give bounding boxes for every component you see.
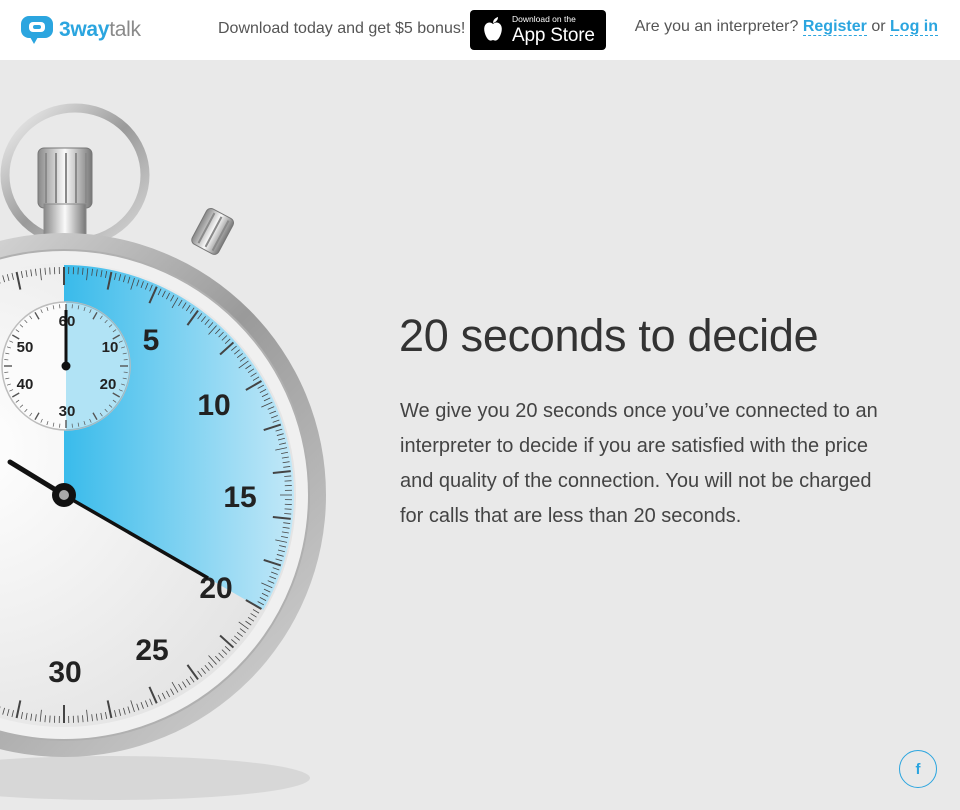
or-text: or [871, 18, 886, 35]
appstore-small-label: Download on the [512, 14, 576, 25]
dial-number-15: 15 [223, 481, 256, 514]
subdial-number-50: 50 [17, 339, 34, 356]
chat-bubble-logo-icon [21, 16, 53, 44]
subdial-number-20: 20 [100, 376, 117, 393]
subdial-number-30: 30 [59, 403, 76, 420]
appstore-big-label: App Store [512, 24, 595, 46]
login-link[interactable]: Log in [890, 18, 938, 36]
facebook-icon: f [915, 760, 921, 778]
facebook-button[interactable]: f [899, 750, 937, 788]
logo-light-text: talk [109, 18, 141, 41]
watch-side-button [191, 207, 235, 255]
dial-number-10: 10 [197, 389, 230, 422]
stopwatch-illustration: 5 10 15 20 25 30 60 10 20 30 40 50 [0, 103, 326, 800]
interpreter-links: Are you an interpreter? Register or Log … [635, 18, 938, 36]
dial-number-25: 25 [135, 634, 168, 667]
dial-number-30: 30 [48, 656, 81, 689]
header: 3waytalk Download today and get $5 bonus… [0, 0, 960, 60]
interpreter-question: Are you an interpreter? [634, 18, 799, 35]
logo-bold-text: 3way [59, 18, 110, 41]
subdial-number-10: 10 [102, 339, 119, 356]
app-store-button[interactable]: Download on the App Store [470, 10, 606, 50]
body-text: We give you 20 seconds once you’ve conne… [400, 400, 878, 527]
register-link[interactable]: Register [802, 18, 867, 36]
logo[interactable]: 3waytalk [20, 14, 141, 46]
page-headline: 20 seconds to decide [399, 310, 819, 361]
dial-number-5: 5 [143, 324, 160, 357]
apple-icon [484, 17, 502, 41]
promo-text: Download today and get $5 bonus! [218, 20, 466, 37]
subdial-number-40: 40 [17, 376, 34, 393]
